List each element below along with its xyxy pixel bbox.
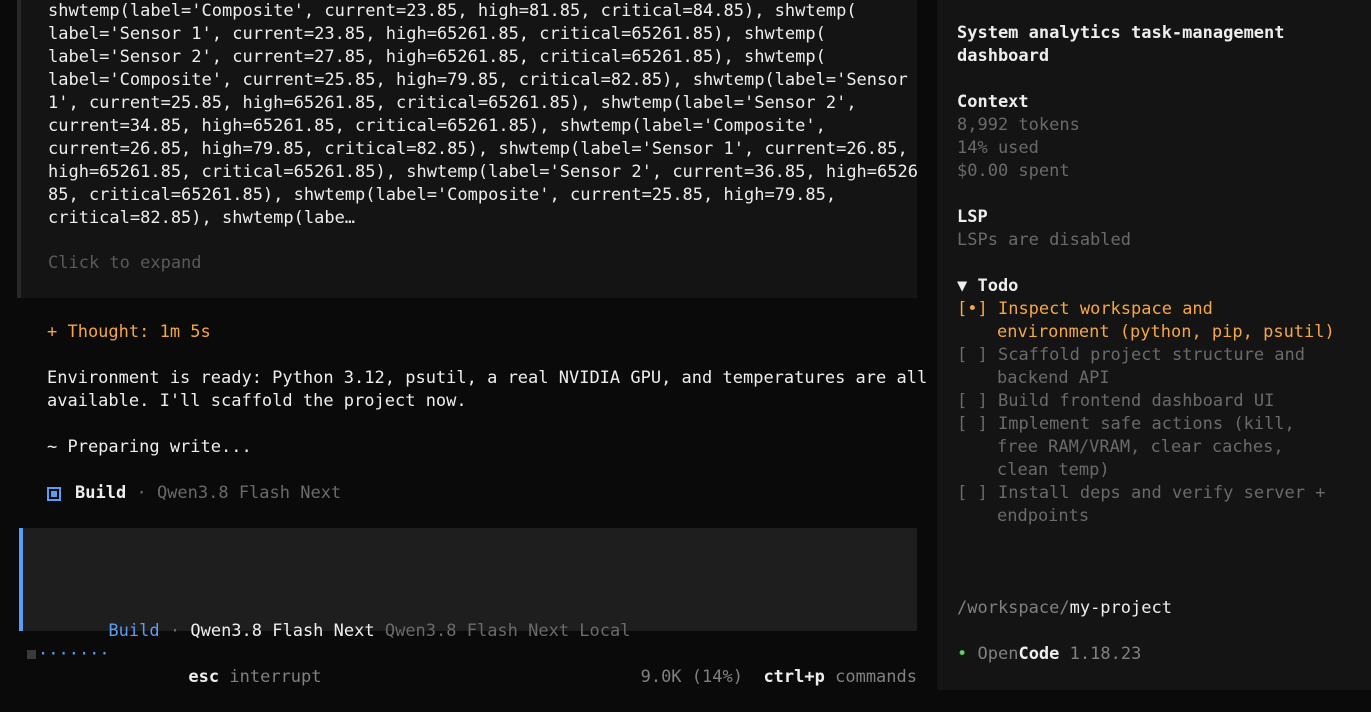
prompt-input[interactable] [47,540,911,582]
todo-checkbox: [ ] [957,345,988,365]
assistant-message: Environment is ready: Python 3.12, psuti… [47,367,928,413]
esc-key: esc [188,667,220,687]
provider-label: Qwen3.8 Flash Next Local [384,621,631,641]
ctrl-p-key[interactable]: ctrl+p [763,667,824,687]
todo-item-cont: free RAM/VRAM, clear caches, [997,437,1284,457]
app-name-code: Code [1018,644,1060,664]
lsp-status: LSPs are disabled [957,230,1131,250]
todo-checkbox: [ ] [957,483,988,503]
model-selector[interactable]: Qwen3.8 Flash Next [190,621,374,641]
build-model-label: Qwen3.8 Flash Next [156,483,342,503]
session-title: System analytics task-management [957,23,1285,43]
app-name-open: Open [977,644,1019,664]
tool-output-line: current=26.85, high=79.85, critical=82.8… [48,139,908,159]
lsp-heading: LSP [957,207,988,227]
esc-label: interrupt [229,667,322,687]
tool-output-line: 1', current=25.85, high=65261.85, critic… [48,93,857,113]
todo-checkbox: [ ] [957,391,988,411]
tool-output-line: label='Sensor 1', current=23.85, high=65… [48,24,826,44]
tool-output-line: shwtemp(label='Composite', current=23.85… [48,1,857,21]
todo-active-marker: [•] [957,299,988,319]
context-heading: Context [957,92,1029,112]
status-bar: ······· esc interrupt 9.0K (14%) ctrl+p … [27,643,917,687]
token-usage: 9.0K (14%) [640,667,743,687]
context-spent: $0.00 spent [957,161,1070,181]
todo-item: [ ] Implement safe actions (kill, [957,414,1295,434]
tool-output-line: label='Sensor 2', current=27.85, high=65… [48,47,826,67]
todo-item: [•] Inspect workspace and [957,299,1213,319]
commands-label[interactable]: commands [835,667,917,687]
build-square-icon [47,486,61,501]
expand-link[interactable]: Click to expand [48,252,202,275]
todo-item-cont: endpoints [997,506,1090,526]
preparing-status: ~ Preparing write... [47,437,252,457]
prompt-box[interactable]: Build · Qwen3.8 Flash Next Qwen3.8 Flash… [19,528,917,641]
tool-output-block[interactable]: shwtemp(label='Composite', current=23.85… [17,0,918,298]
message-line: Environment is ready: Python 3.12, psuti… [47,368,928,388]
build-status-line: Build · Qwen3.8 Flash Next [47,482,341,505]
tool-output-line: current=34.85, high=65261.85, critical=6… [48,116,826,136]
spinner-icon: ······· [27,643,110,666]
conversation-panel: shwtemp(label='Composite', current=23.85… [0,0,937,690]
tool-output-text: shwtemp(label='Composite', current=23.85… [48,0,918,230]
sidebar: System analytics task-management dashboa… [937,0,1371,690]
todo-toggle[interactable]: ▼ Todo [957,275,1018,298]
app-version-line: • OpenCode 1.18.23 [957,643,1141,666]
project-name: my-project [1069,598,1172,618]
session-title-cont: dashboard [957,46,1050,66]
status-dot-icon: • [957,644,968,664]
agent-selector[interactable]: Build [108,621,159,641]
thought-toggle[interactable]: + Thought: 1m 5s [47,321,211,344]
prompt-separator: · [169,621,181,641]
tool-output-line: 85, critical=65261.85), shwtemp(label='C… [48,185,837,205]
todo-checkbox: [ ] [957,414,988,434]
tool-output-line: critical=82.85), shwtemp(labe… [48,208,356,228]
todo-item: [ ] Install deps and verify server + [957,483,1326,503]
bottom-strip [0,690,1371,708]
todo-item-cont: backend API [997,368,1110,388]
build-agent-label: Build [75,483,127,503]
message-line: available. I'll scaffold the project now… [47,391,467,411]
workspace-path: /workspace/my-project [957,598,1172,618]
todo-item-cont: environment (python, pip, psutil) [997,322,1335,342]
tool-output-line: label='Composite', current=25.85, high=7… [48,70,908,90]
todo-item: [ ] Build frontend dashboard UI [957,391,1275,411]
tool-output-line: high=65261.85, critical=65261.85), shwte… [48,162,918,182]
context-tokens: 8,992 tokens [957,115,1080,135]
todo-item: [ ] Scaffold project structure and [957,345,1306,365]
app-version: 1.18.23 [1069,644,1142,664]
todo-item-cont: clean temp) [997,460,1110,480]
build-separator: · [136,483,147,503]
context-used: 14% used [957,138,1039,158]
